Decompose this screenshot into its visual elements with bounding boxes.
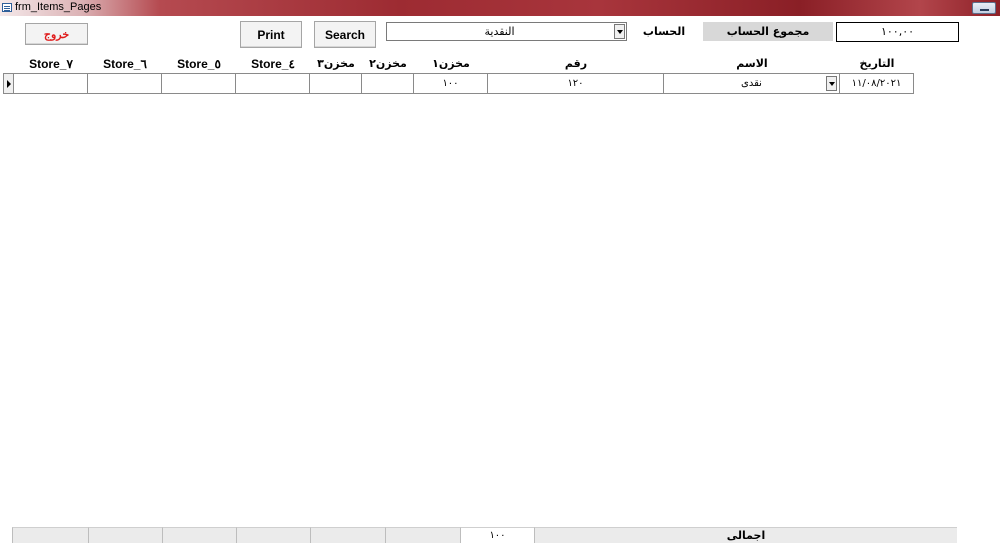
window-title: frm_Items_Pages: [15, 1, 102, 13]
chevron-down-icon[interactable]: [614, 24, 625, 39]
total-store1: ١٠٠: [460, 527, 534, 543]
record-selector[interactable]: [3, 73, 14, 94]
window-title-bar: frm_Items_Pages: [0, 0, 1000, 16]
column-header-store3: مخزن٣: [317, 57, 355, 70]
cell-store6[interactable]: [88, 73, 162, 94]
column-header-name: الاسم: [736, 57, 768, 70]
cell-store1[interactable]: ١٠٠: [414, 73, 488, 94]
column-header-store2: مخزن٢: [369, 57, 407, 70]
cell-date[interactable]: ١١/٠٨/٢٠٢١: [840, 73, 914, 94]
cell-store4[interactable]: [236, 73, 310, 94]
search-button[interactable]: Search: [314, 21, 376, 48]
column-header-store4: Store_٤: [251, 57, 295, 71]
exit-button[interactable]: خروج: [25, 23, 88, 45]
print-button[interactable]: Print: [240, 21, 302, 48]
account-total-label: مجموع الحساب: [703, 22, 833, 41]
cell-name[interactable]: نقدى: [664, 73, 840, 94]
total-label: اجمالى: [534, 527, 957, 543]
column-header-store5: Store_٥: [177, 57, 221, 71]
account-total-field[interactable]: ١٠٠,٠٠: [836, 22, 959, 42]
column-header-number: رقم: [564, 57, 588, 70]
total-store5: [162, 527, 236, 543]
cell-store3[interactable]: [310, 73, 362, 94]
cell-store5[interactable]: [162, 73, 236, 94]
form-icon: [2, 3, 12, 12]
account-select[interactable]: النقدية: [386, 22, 627, 41]
cell-name-value: نقدى: [741, 78, 762, 89]
account-select-value: النقدية: [484, 25, 515, 38]
column-header-store7: Store_٧: [29, 57, 73, 71]
cell-store2[interactable]: [362, 73, 414, 94]
total-store6: [88, 527, 162, 543]
cell-number[interactable]: ١٢٠: [488, 73, 664, 94]
account-label: الحساب: [642, 25, 686, 38]
column-header-store6: Store_٦: [103, 57, 147, 71]
total-store3: [310, 527, 385, 543]
chevron-down-icon[interactable]: [826, 76, 837, 91]
cell-store7[interactable]: [14, 73, 88, 94]
minimize-icon[interactable]: [972, 2, 996, 14]
column-header-store1: مخزن١: [432, 57, 470, 70]
total-store2: [385, 527, 460, 543]
total-store7: [12, 527, 88, 543]
total-store4: [236, 527, 310, 543]
column-header-date: التاريخ: [859, 57, 895, 70]
